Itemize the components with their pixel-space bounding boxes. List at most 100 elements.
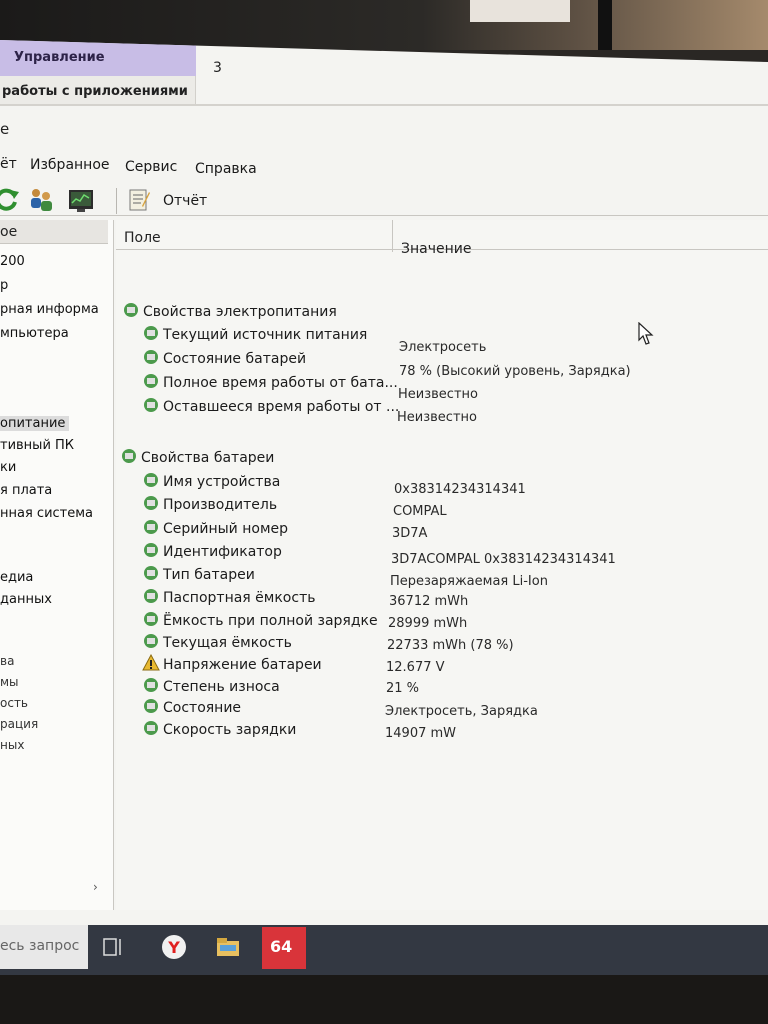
field-row[interactable]: Серийный номер (142, 518, 288, 537)
task-view-icon[interactable] (100, 933, 128, 961)
tree-item[interactable]: мпьютера (0, 326, 69, 341)
toolbar-separator (116, 188, 117, 214)
tree-item[interactable]: тивный ПК (0, 438, 74, 453)
field-value: 78 % (Высокий уровень, Зарядка) (399, 364, 631, 379)
refresh-icon[interactable] (0, 186, 20, 212)
tree-item[interactable]: мы (0, 675, 19, 689)
background-stand (598, 0, 612, 50)
field-value: Неизвестно (398, 387, 478, 402)
field-label: Ёмкость при полной зарядке (163, 613, 378, 629)
field-label: Полное время работы от бата... (163, 375, 398, 391)
menu-item-help[interactable]: Справка (195, 161, 257, 177)
field-value: COMPAL (393, 504, 447, 519)
field-row[interactable]: Оставшееся время работы от ... (142, 396, 399, 415)
field-value: Неизвестно (397, 410, 477, 425)
battery-icon (144, 520, 158, 534)
field-row[interactable]: Имя устройства (142, 471, 280, 490)
field-label: Напряжение батареи (163, 657, 322, 673)
battery-icon (144, 350, 158, 364)
field-row[interactable]: Паспортная ёмкость (142, 587, 315, 606)
field-row[interactable]: Скорость зарядки (142, 719, 296, 738)
field-row[interactable]: Состояние батарей (142, 348, 306, 367)
tree-item[interactable]: ки (0, 460, 16, 475)
ribbon-key-hint: 3 (213, 60, 222, 76)
field-label: Тип батареи (163, 567, 255, 583)
tree-item[interactable]: ость (0, 696, 28, 710)
field-label: Оставшееся время работы от ... (163, 399, 400, 415)
svg-text:Y: Y (167, 938, 180, 957)
field-value: 22733 mWh (78 %) (387, 638, 514, 653)
column-header-row: Поле Значение (116, 220, 768, 257)
field-row[interactable]: Ёмкость при полной зарядке (142, 610, 378, 629)
field-row[interactable]: Напряжение батареи (142, 654, 322, 673)
monitor-icon[interactable] (68, 188, 94, 214)
column-separator[interactable] (392, 220, 393, 252)
menu-item-service[interactable]: Сервис (125, 159, 177, 175)
report-icon[interactable] (128, 188, 150, 212)
field-row[interactable]: Идентификатор (142, 541, 282, 560)
field-label: Имя устройства (163, 474, 281, 490)
tree-item[interactable]: данных (0, 592, 52, 607)
battery-icon (144, 634, 158, 648)
toolbar: Отчёт (0, 186, 768, 216)
navigation-tree: ое 200 р рная информа мпьютера опитание … (0, 220, 114, 910)
users-icon[interactable] (28, 186, 54, 212)
field-value: 3D7A (392, 526, 428, 541)
field-value: 14907 mW (385, 726, 457, 741)
field-row[interactable]: Полное время работы от бата... (142, 372, 398, 391)
tree-item[interactable]: ва (0, 654, 14, 668)
field-value: 3D7ACOMPAL 0x38314234314341 (391, 552, 616, 567)
group-title: Свойства батареи (141, 450, 275, 466)
group-power-properties[interactable]: Свойства электропитания (122, 301, 337, 320)
background-desk (0, 0, 768, 50)
field-label: Состояние (163, 700, 242, 716)
battery-icon (122, 449, 136, 463)
tree-item[interactable]: ных (0, 738, 24, 752)
tree-item[interactable]: я плата (0, 483, 52, 498)
aida64-label: 64 (270, 937, 293, 956)
yandex-browser-icon[interactable]: Y (160, 933, 188, 961)
tree-item[interactable]: рация (0, 717, 38, 731)
field-value: Перезаряжаемая Li-Ion (390, 574, 548, 589)
tree-item[interactable]: рная информа (0, 302, 99, 317)
file-explorer-icon[interactable] (214, 933, 242, 961)
battery-icon (144, 721, 158, 735)
menu-item-favorites[interactable]: Избранное (30, 157, 110, 173)
battery-icon (144, 473, 158, 487)
field-label: Паспортная ёмкость (163, 590, 316, 606)
tree-item[interactable]: 200 (0, 254, 25, 269)
field-row[interactable]: Текущая ёмкость (142, 632, 292, 651)
chevron-right-icon[interactable]: › (93, 880, 98, 894)
field-label: Текущая ёмкость (163, 635, 292, 651)
tree-header-label: ое (0, 224, 18, 240)
battery-icon (124, 303, 138, 317)
tree-item[interactable]: р (0, 278, 8, 293)
battery-icon (144, 326, 158, 340)
field-row[interactable]: Степень износа (142, 676, 280, 695)
taskbar-search-box[interactable]: есь запрос (0, 925, 88, 969)
ribbon-tab-manage[interactable]: Управление (0, 40, 196, 76)
field-label: Состояние батарей (163, 351, 307, 367)
field-row[interactable]: Производитель (142, 494, 277, 513)
menu-item-report[interactable]: ёт (0, 156, 17, 172)
field-row[interactable]: Тип батареи (142, 564, 255, 583)
field-value: 21 % (386, 681, 420, 696)
battery-icon (144, 566, 158, 580)
battery-icon (144, 589, 158, 603)
field-value: 0x38314234314341 (394, 482, 526, 497)
group-battery-properties[interactable]: Свойства батареи (120, 447, 274, 466)
column-header-field[interactable]: Поле (124, 230, 161, 246)
tree-item[interactable]: едиа (0, 570, 33, 585)
tree-item-power[interactable]: опитание (0, 416, 70, 431)
field-row[interactable]: Текущий источник питания (142, 324, 367, 343)
group-title: Свойства электропитания (143, 304, 337, 320)
field-value: 36712 mWh (389, 594, 469, 609)
menu-bar: ёт Избранное Сервис Справка (0, 156, 768, 184)
tree-item[interactable]: нная система (0, 506, 93, 521)
field-row[interactable]: Состояние (142, 697, 241, 716)
report-button-label[interactable]: Отчёт (163, 193, 207, 209)
battery-icon (144, 543, 158, 557)
details-table: Поле Значение Свойства электропитания Те… (116, 220, 768, 910)
ribbon-tab-label: Управление (14, 50, 105, 65)
column-header-value[interactable]: Значение (401, 241, 471, 257)
